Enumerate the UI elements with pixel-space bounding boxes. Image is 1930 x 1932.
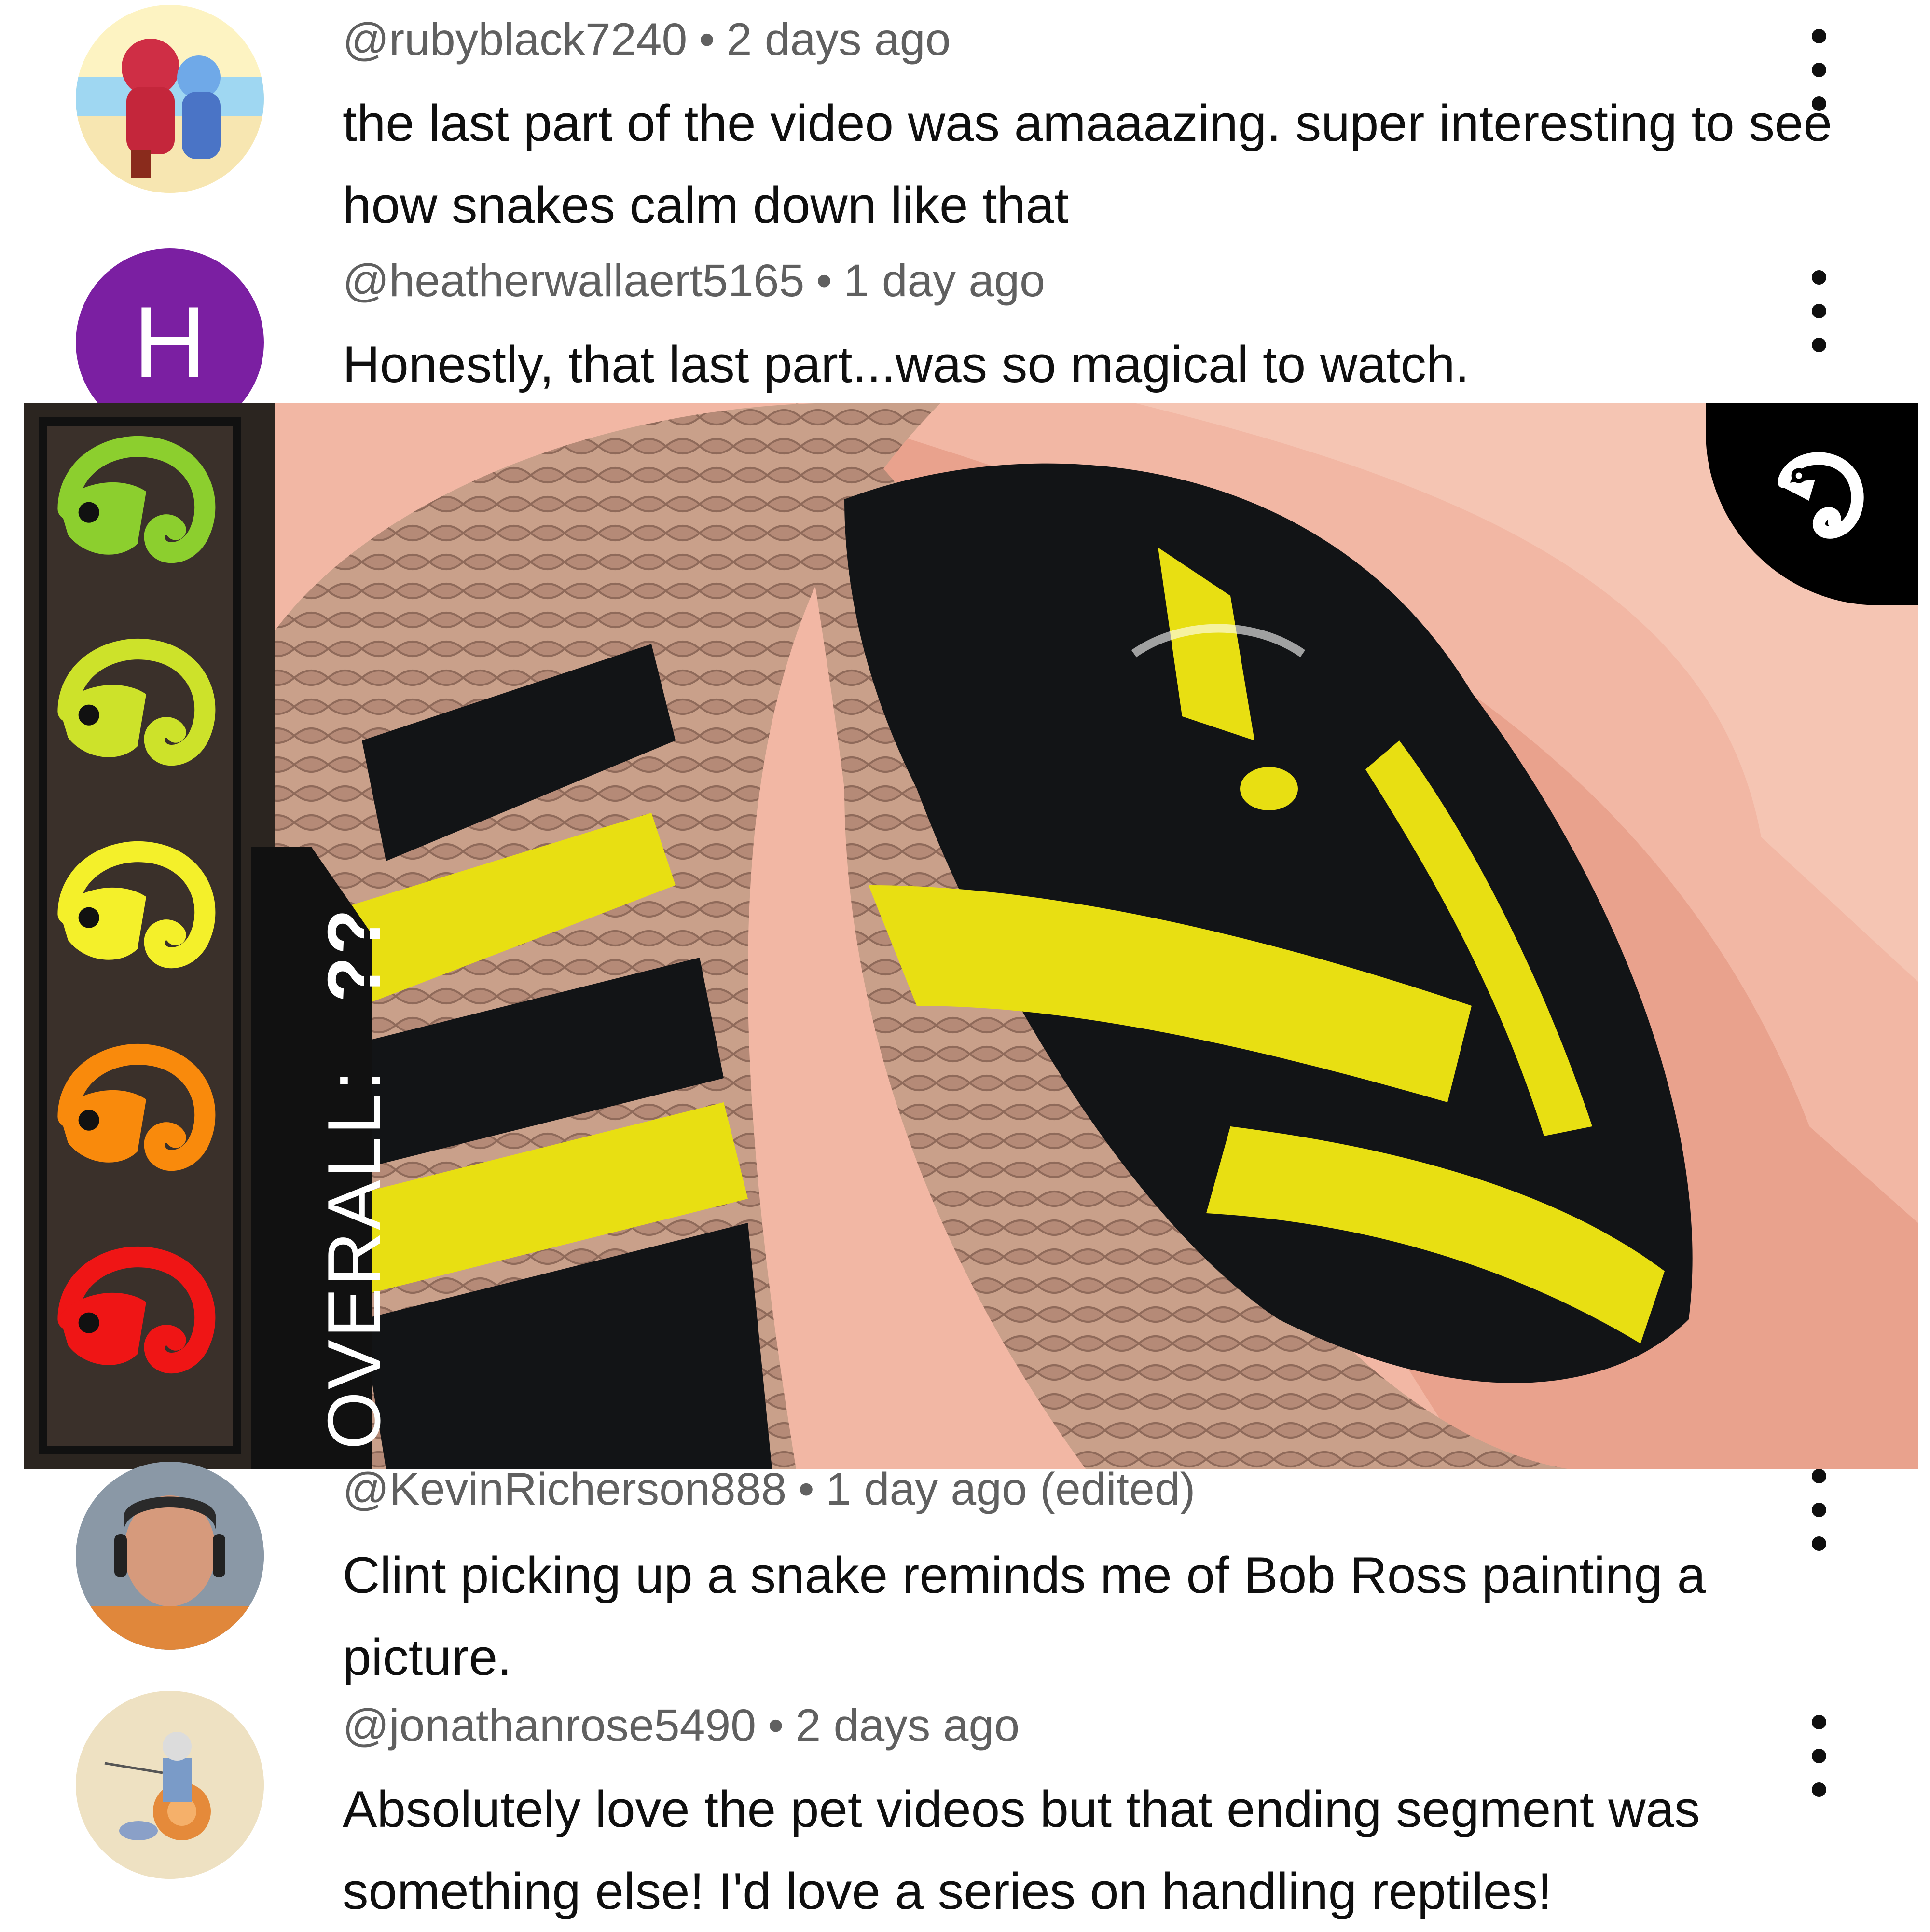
- meta-separator: •: [699, 14, 715, 65]
- chameleon-icon: [57, 1246, 216, 1374]
- meta-separator: •: [816, 255, 832, 306]
- comment-meta: @jonathanrose5490 • 2 days ago: [343, 1698, 1020, 1753]
- comment-author[interactable]: @heatherwallaert5165: [343, 255, 804, 306]
- meta-separator: •: [768, 1700, 784, 1751]
- comment-time[interactable]: 2 days ago: [795, 1700, 1020, 1751]
- avatar[interactable]: [76, 1462, 264, 1650]
- comment-text: Clint picking up a snake reminds me of B…: [343, 1546, 1706, 1686]
- avatar-image: [76, 1691, 264, 1879]
- comment-time[interactable]: 1 day ago: [844, 255, 1045, 306]
- chameleon-icon: [57, 1043, 216, 1171]
- overall-rating: OVERALL: ??: [311, 907, 397, 1450]
- chameleon-icon: [57, 638, 216, 766]
- avatar-image: [76, 5, 264, 193]
- overall-label: OVERALL:: [312, 1068, 396, 1450]
- comment-author[interactable]: @jonathanrose5490: [343, 1700, 756, 1751]
- video-thumbnail[interactable]: OVERALL: ??: [24, 403, 1918, 1469]
- rating-panel: [24, 403, 275, 1469]
- meta-separator: •: [798, 1464, 814, 1515]
- comment-meta: @KevinRicherson888 • 1 day ago (edited): [343, 1462, 1195, 1517]
- comment-time[interactable]: 2 days ago: [727, 14, 951, 65]
- comment-time[interactable]: 1 day ago (edited): [826, 1464, 1196, 1515]
- comment-author[interactable]: @KevinRicherson888: [343, 1464, 786, 1515]
- comment-meta: @heatherwallaert5165 • 1 day ago: [343, 253, 1045, 308]
- comment-text: Honestly, that last part...was so magica…: [343, 335, 1470, 393]
- chameleon-icon: [1778, 452, 1864, 539]
- avatar[interactable]: [76, 5, 264, 193]
- avatar-letter: H: [133, 286, 207, 399]
- avatar-image: [76, 1462, 264, 1650]
- comment-text: Absolutely love the pet videos but that …: [343, 1780, 1700, 1920]
- chameleon-icon: [57, 841, 216, 969]
- comment-author[interactable]: @rubyblack7240: [343, 14, 687, 65]
- chameleon-icon: [57, 436, 216, 563]
- comment-text: the last part of the video was amaaazing…: [343, 94, 1832, 234]
- avatar[interactable]: [76, 1691, 264, 1879]
- comment-meta: @rubyblack7240 • 2 days ago: [343, 12, 951, 67]
- overall-value: ??: [312, 907, 396, 1002]
